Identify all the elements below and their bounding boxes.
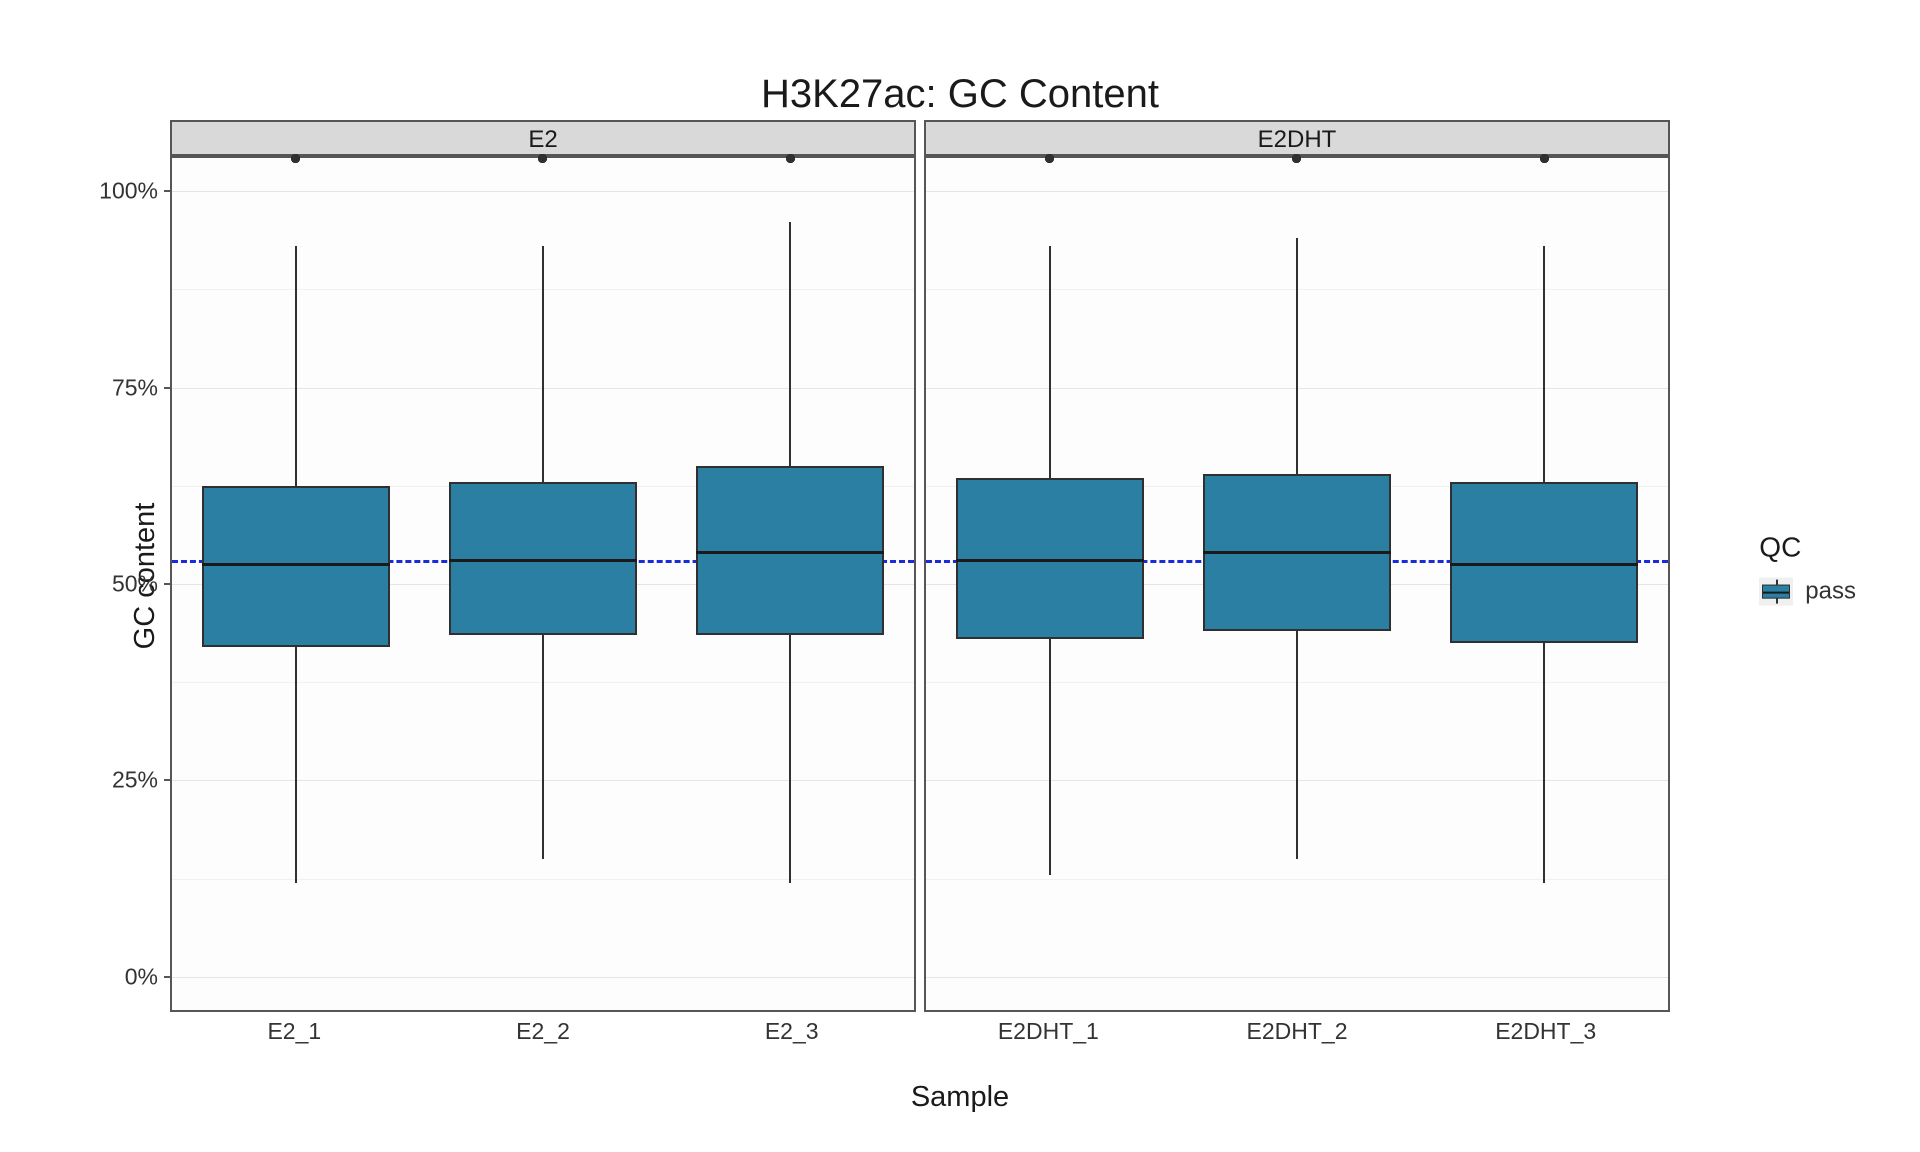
x-tick-label: E2DHT_3: [1421, 1018, 1670, 1052]
x-tick-label: E2_2: [419, 1018, 668, 1052]
box-E2_3: [667, 158, 914, 1010]
facet-strip: E2DHT: [924, 120, 1670, 156]
y-tick-label: 100%: [99, 178, 158, 205]
plot-area: E20%25%50%75%100% E2_1E2_2E2_3 E2DHT E2DHT_…: [170, 120, 1670, 1052]
x-tick-label: E2DHT_1: [924, 1018, 1173, 1052]
facet-E2: E20%25%50%75%100% E2_1E2_2E2_3: [170, 120, 916, 1052]
chart-title: H3K27ac: GC Content: [0, 72, 1920, 117]
box-E2_2: [419, 158, 666, 1010]
legend-key-icon: [1759, 578, 1793, 606]
box-E2_1: [172, 158, 419, 1010]
y-tick-label: 0%: [125, 963, 158, 990]
legend: QC pass: [1759, 532, 1856, 606]
x-tick-label: E2_1: [170, 1018, 419, 1052]
legend-item-pass: pass: [1759, 578, 1856, 606]
facet-E2DHT: E2DHT E2DHT_1E2DHT_2E2DHT_3: [924, 120, 1670, 1052]
chart-container: H3K27ac: GC Content GC content Sample E2…: [0, 0, 1920, 1152]
box-E2DHT_1: [926, 158, 1173, 1010]
legend-item-label: pass: [1805, 578, 1856, 606]
facet-strip: E2: [170, 120, 916, 156]
box-E2DHT_3: [1421, 158, 1668, 1010]
x-tick-label: E2_3: [667, 1018, 916, 1052]
panel: [924, 156, 1670, 1012]
box-E2DHT_2: [1173, 158, 1420, 1010]
legend-title: QC: [1759, 532, 1856, 564]
y-tick-label: 75%: [112, 374, 158, 401]
panel: 0%25%50%75%100%: [170, 156, 916, 1012]
x-axis-label: Sample: [0, 1081, 1920, 1114]
x-tick-label: E2DHT_2: [1173, 1018, 1422, 1052]
y-tick-label: 50%: [112, 571, 158, 598]
y-tick-label: 25%: [112, 767, 158, 794]
